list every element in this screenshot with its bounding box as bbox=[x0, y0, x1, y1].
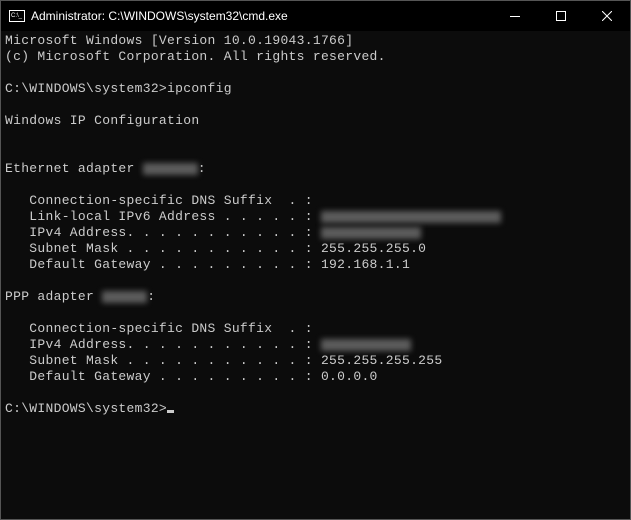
adapter1-subnet: Subnet Mask . . . . . . . . . . . : 255.… bbox=[5, 241, 426, 256]
prompt: C:\WINDOWS\system32> bbox=[5, 81, 167, 96]
adapter1-label-suffix: : bbox=[198, 161, 206, 176]
redacted-ipv4-2 bbox=[321, 339, 411, 351]
command: ipconfig bbox=[167, 81, 232, 96]
adapter2-label-suffix: : bbox=[147, 289, 155, 304]
minimize-button[interactable] bbox=[492, 1, 538, 31]
adapter2-gateway: Default Gateway . . . . . . . . . : 0.0.… bbox=[5, 369, 378, 384]
adapter2-ipv4: IPv4 Address. . . . . . . . . . . : bbox=[5, 337, 321, 352]
window-title: Administrator: C:\WINDOWS\system32\cmd.e… bbox=[31, 9, 288, 23]
redacted-ppp-name bbox=[102, 291, 147, 303]
close-button[interactable] bbox=[584, 1, 630, 31]
window-titlebar: Administrator: C:\WINDOWS\system32\cmd.e… bbox=[1, 1, 630, 31]
adapter1-label-prefix: Ethernet adapter bbox=[5, 161, 143, 176]
redacted-ipv4 bbox=[321, 227, 421, 239]
adapter2-subnet: Subnet Mask . . . . . . . . . . . : 255.… bbox=[5, 353, 442, 368]
redacted-ipv6 bbox=[321, 211, 501, 223]
adapter2-label-prefix: PPP adapter bbox=[5, 289, 102, 304]
adapter1-ipv4: IPv4 Address. . . . . . . . . . . : bbox=[5, 225, 321, 240]
terminal-output[interactable]: Microsoft Windows [Version 10.0.19043.17… bbox=[1, 31, 630, 419]
version-line: Microsoft Windows [Version 10.0.19043.17… bbox=[5, 33, 353, 48]
copyright-line: (c) Microsoft Corporation. All rights re… bbox=[5, 49, 386, 64]
redacted-adapter-name bbox=[143, 163, 198, 175]
config-heading: Windows IP Configuration bbox=[5, 113, 199, 128]
adapter2-dns: Connection-specific DNS Suffix . : bbox=[5, 321, 313, 336]
adapter1-dns: Connection-specific DNS Suffix . : bbox=[5, 193, 313, 208]
adapter1-gateway: Default Gateway . . . . . . . . . : 192.… bbox=[5, 257, 410, 272]
cmd-icon bbox=[9, 10, 25, 22]
maximize-button[interactable] bbox=[538, 1, 584, 31]
adapter1-ipv6: Link-local IPv6 Address . . . . . : bbox=[5, 209, 321, 224]
cursor bbox=[167, 410, 174, 413]
prompt: C:\WINDOWS\system32> bbox=[5, 401, 167, 416]
